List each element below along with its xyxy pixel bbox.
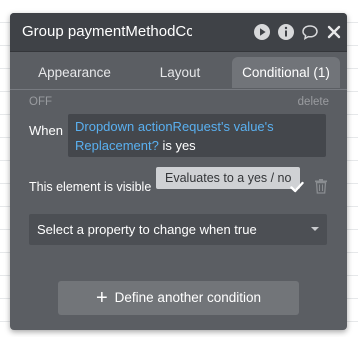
delete-condition-link[interactable]: delete bbox=[298, 96, 329, 108]
close-icon[interactable] bbox=[325, 23, 343, 41]
panel-header: Group paymentMethodCc bbox=[10, 13, 347, 52]
condition-status[interactable]: OFF bbox=[29, 96, 52, 108]
visible-property-label: This element is visible bbox=[29, 180, 152, 194]
property-select-value: Select a property to change when true bbox=[37, 222, 257, 237]
tab-bar: Appearance Layout Conditional (1) bbox=[10, 57, 347, 90]
chevron-down-icon bbox=[311, 227, 319, 231]
info-icon[interactable] bbox=[277, 23, 295, 41]
element-title: Group paymentMethodCc bbox=[22, 23, 192, 40]
define-another-condition-button[interactable]: + Define another condition bbox=[58, 281, 299, 315]
play-circle-icon[interactable] bbox=[253, 23, 271, 41]
condition-expression[interactable]: Dropdown actionRequest's value's Replace… bbox=[68, 114, 326, 157]
tab-conditional[interactable]: Conditional (1) bbox=[232, 57, 340, 88]
expression-operator[interactable]: is yes bbox=[159, 138, 195, 153]
checkmark-icon[interactable] bbox=[290, 181, 304, 193]
tab-layout[interactable]: Layout bbox=[135, 57, 225, 88]
plus-icon: + bbox=[95, 287, 108, 309]
define-condition-label: Define another condition bbox=[114, 290, 262, 305]
tab-appearance[interactable]: Appearance bbox=[24, 57, 125, 88]
property-editor-panel: Group paymentMethodCc Appearance Layout … bbox=[10, 13, 347, 330]
comment-icon[interactable] bbox=[301, 23, 319, 41]
property-select-dropdown[interactable]: Select a property to change when true bbox=[29, 214, 327, 245]
expression-type-tooltip: Evaluates to a yes / no bbox=[156, 167, 301, 189]
trash-icon[interactable] bbox=[314, 178, 328, 194]
when-label: When bbox=[29, 123, 63, 138]
